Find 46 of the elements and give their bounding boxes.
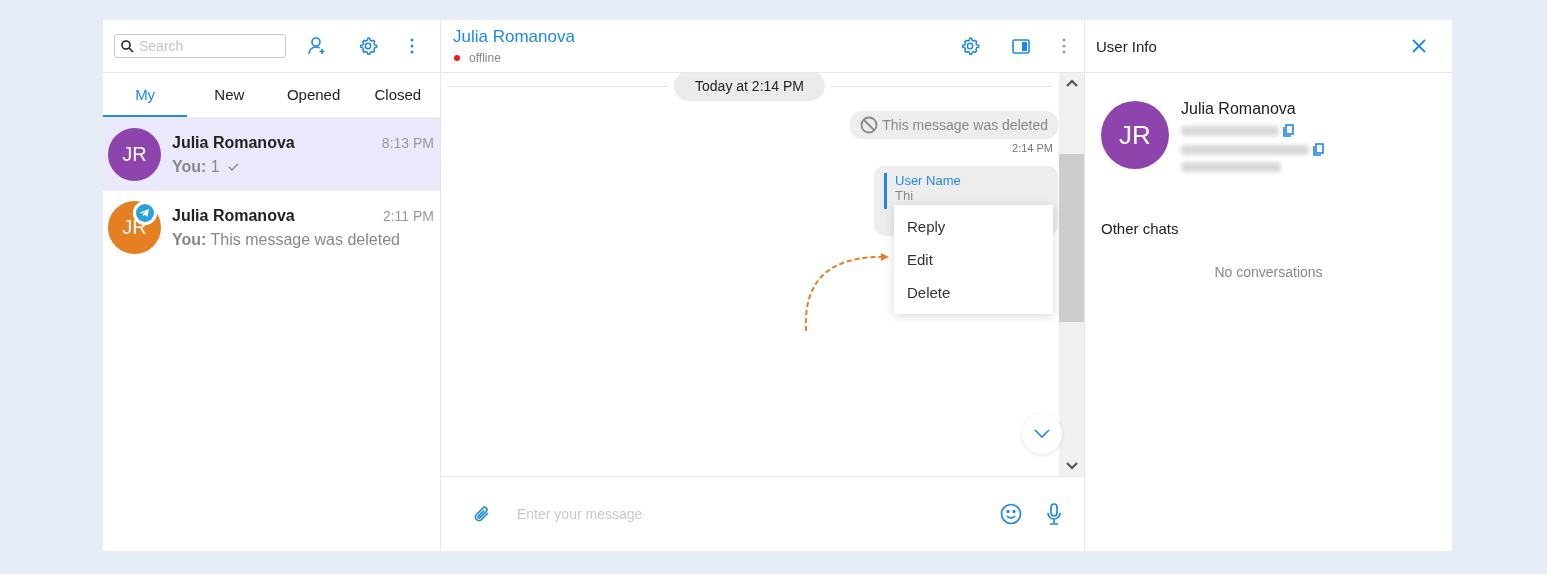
more-icon[interactable] <box>410 38 414 54</box>
deleted-message: This message was deleted <box>850 111 1058 139</box>
scroll-down-icon[interactable] <box>1065 462 1078 470</box>
contact-name: Julia Romanova <box>172 133 295 152</box>
copy-icon[interactable] <box>1283 124 1294 137</box>
paperclip-icon[interactable] <box>473 505 491 523</box>
quote-author: User Name <box>895 173 962 188</box>
panel-toggle-icon[interactable] <box>1012 38 1030 54</box>
add-user-icon[interactable] <box>308 37 326 55</box>
contact-name: Julia Romanova <box>1181 100 1297 118</box>
emoji-icon[interactable] <box>1000 503 1022 525</box>
chat-title: Julia Romanova <box>453 27 576 47</box>
settings-icon[interactable] <box>358 36 378 56</box>
message-preview: You: 1 <box>172 157 220 176</box>
blocked-icon <box>860 116 879 134</box>
microphone-icon[interactable] <box>1046 503 1062 525</box>
section-title: Other chats <box>1100 219 1180 237</box>
panel-title: User Info <box>1096 37 1157 55</box>
scroll-to-bottom-button[interactable] <box>1022 414 1062 454</box>
search-field[interactable]: Search <box>114 34 286 58</box>
message-time: 2:11 PM <box>382 207 434 224</box>
chevron-down-icon <box>1034 429 1050 439</box>
copy-icon[interactable] <box>1313 143 1324 156</box>
chat-list-item[interactable]: JR Julia Romanova 8:13 PM You: 1 <box>103 118 440 191</box>
contact-name: Julia Romanova <box>172 206 295 225</box>
close-icon[interactable] <box>1412 39 1426 53</box>
scroll-up-icon[interactable] <box>1065 79 1078 87</box>
message-preview: You: This message was deleted <box>172 230 400 249</box>
status-text: offline <box>469 51 501 65</box>
avatar: JR <box>108 128 161 181</box>
filter-tab[interactable]: Opened <box>271 73 356 117</box>
menu-item[interactable]: Delete <box>894 276 1053 309</box>
avatar: JR <box>1101 101 1169 169</box>
menu-item[interactable]: Edit <box>894 243 1053 276</box>
message-time: 2:14 PM <box>1012 142 1053 154</box>
scrollbar-thumb[interactable] <box>1059 154 1084 322</box>
more-icon[interactable] <box>1062 38 1066 54</box>
search-icon <box>121 39 134 53</box>
quote-text: Thi <box>895 188 915 204</box>
settings-icon[interactable] <box>960 36 980 56</box>
message-time: 8:13 PM <box>381 134 434 151</box>
filter-tab[interactable]: Closed <box>355 73 440 117</box>
filter-tab[interactable]: New <box>187 73 272 117</box>
empty-state-text: No conversations <box>1213 264 1324 280</box>
menu-item[interactable]: Reply <box>894 210 1053 243</box>
date-divider: Today at 2:14 PM <box>674 73 825 101</box>
